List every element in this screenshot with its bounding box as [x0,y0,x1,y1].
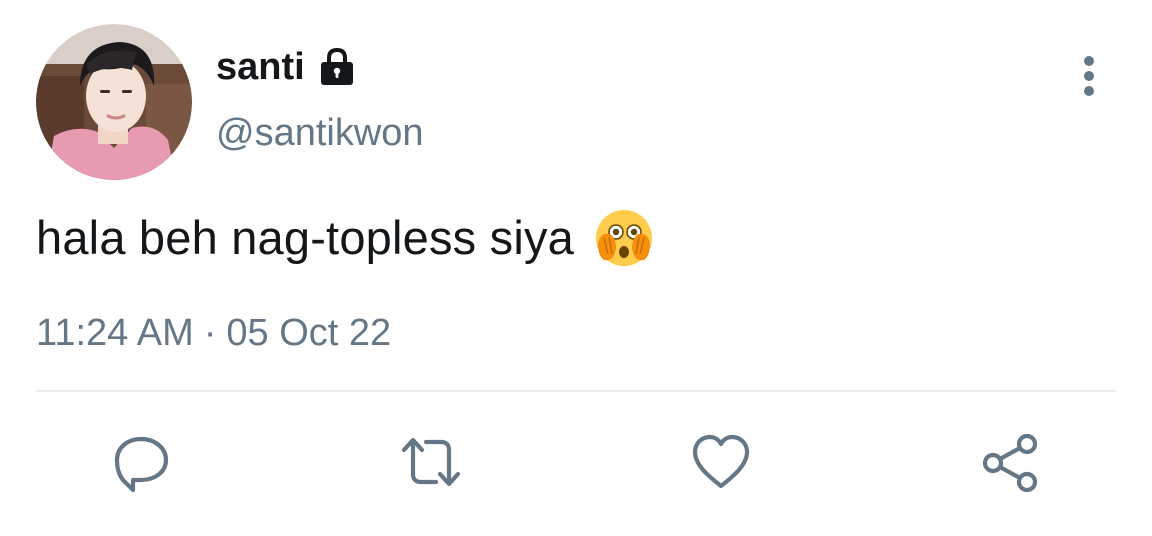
vertical-ellipsis-icon[interactable] [1072,54,1106,98]
avatar[interactable] [36,24,192,180]
tweet-card: santi @santikwon hala beh nag-topless si… [0,0,1152,536]
like-button[interactable] [686,430,756,494]
tweet-body: hala beh nag-topless siya [36,210,654,266]
display-name-row: santi [216,44,357,90]
reply-button[interactable] [106,430,176,494]
retweet-icon [401,437,461,487]
share-icon [982,433,1038,492]
tweet-timestamp: 11:24 AM · 05 Oct 22 [36,310,391,356]
avatar-image [36,24,192,180]
share-button[interactable] [976,430,1046,494]
divider [36,390,1116,392]
meta-separator: · [203,312,217,354]
tweet-text: hala beh nag-topless siya [36,211,575,264]
tweet-time: 11:24 AM [36,312,194,354]
lock-icon [317,47,357,87]
tweet-date: 05 Oct 22 [226,312,392,354]
user-handle[interactable]: @santikwon [216,110,424,156]
comment-bubble-icon [114,436,169,492]
face-with-hand-over-mouth-icon [594,208,654,268]
display-name[interactable]: santi [216,44,305,90]
heart-icon [692,434,750,489]
retweet-button[interactable] [396,430,466,494]
